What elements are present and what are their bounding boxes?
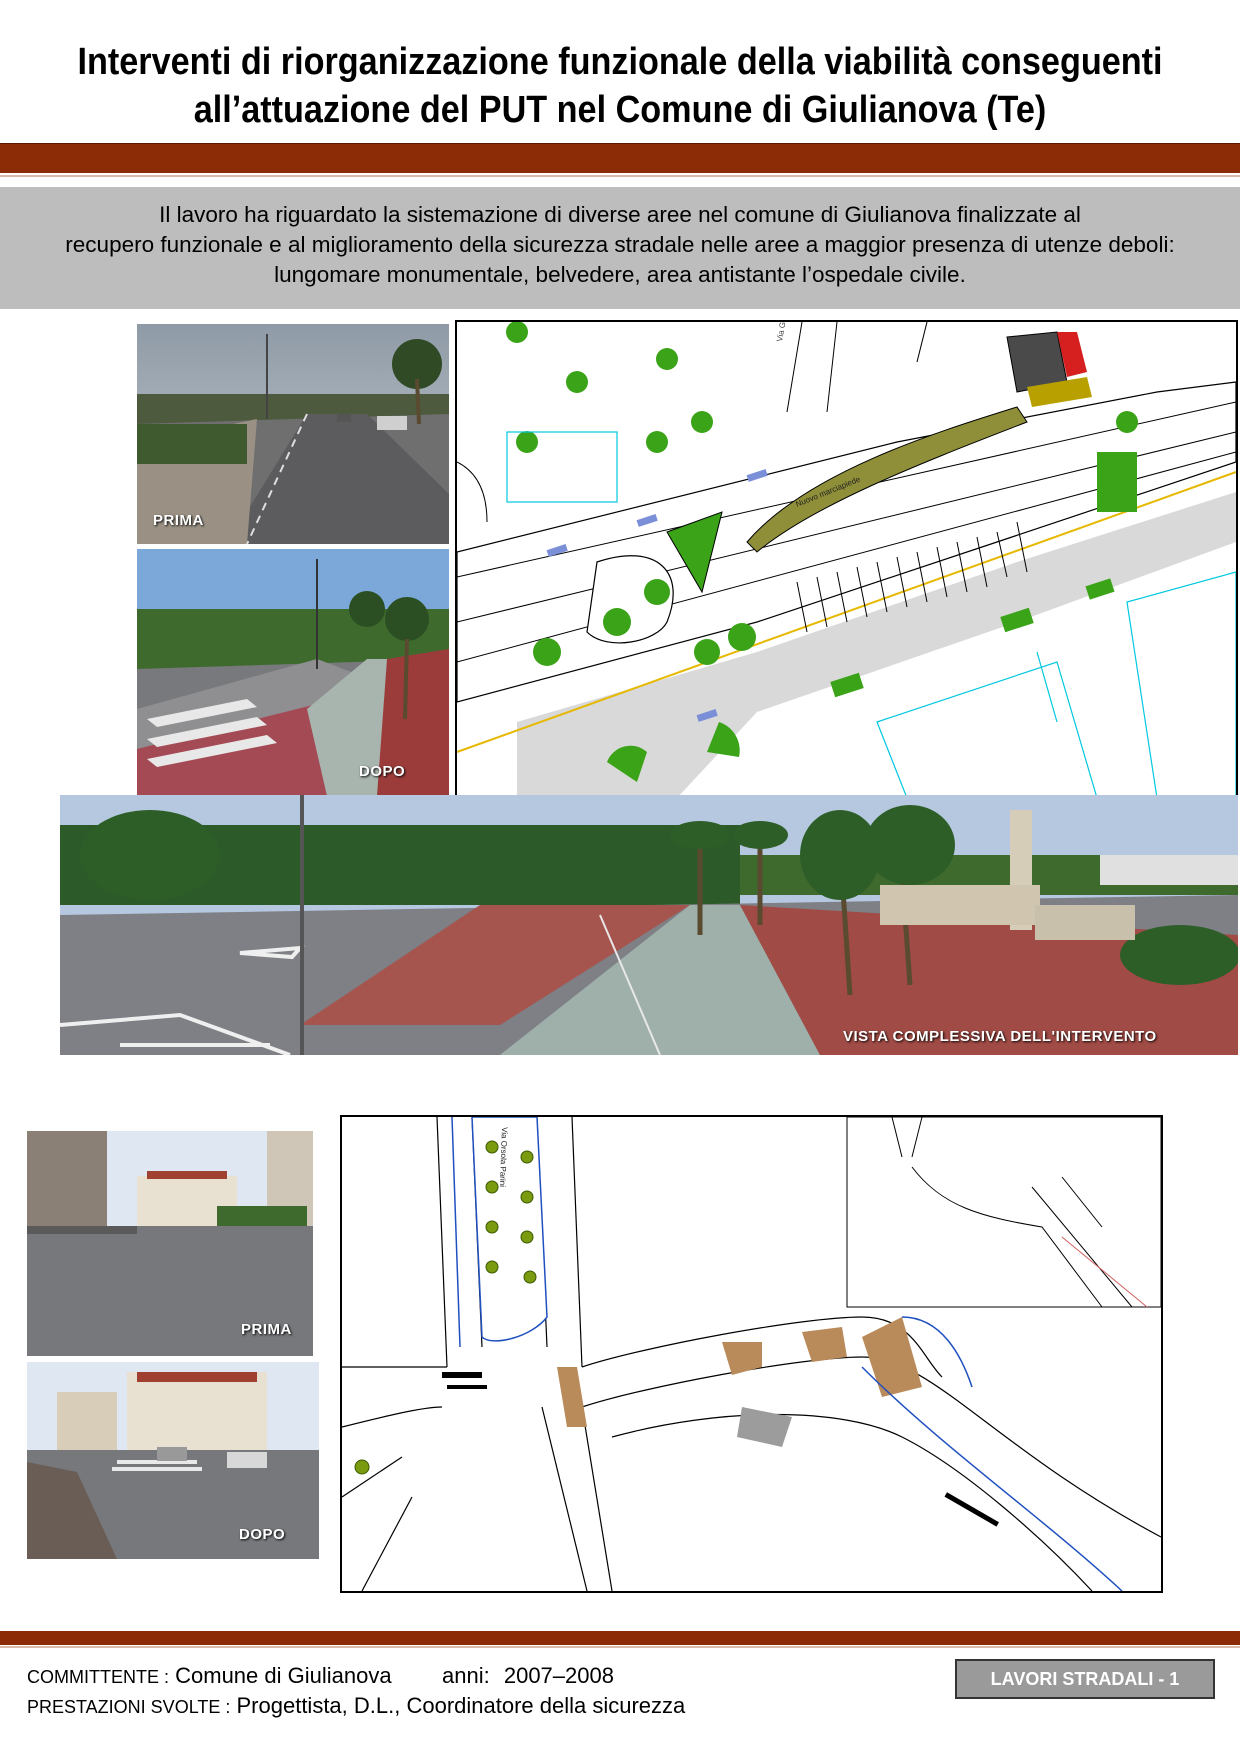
header-divider-line — [0, 175, 1240, 177]
footer-services-label: PRESTAZIONI SVOLTE : — [27, 1697, 231, 1717]
footer-divider-bar — [0, 1631, 1240, 1645]
category-badge: LAVORI STRADALI - 1 — [955, 1659, 1215, 1699]
photo-before-seafront-image — [137, 324, 449, 544]
intro-line-2: recupero funzionale e al miglioramento d… — [65, 232, 1175, 257]
title-line-2: all’attuazione del PUT nel Comune di Giu… — [193, 89, 1047, 131]
site-plan-hospital-area: Via Orsola Parini — [340, 1115, 1163, 1593]
footer-services: PRESTAZIONI SVOLTE : Progettista, D.L., … — [27, 1693, 685, 1719]
intro-line-1: Il lavoro ha riguardato la sistemazione … — [159, 202, 1081, 227]
site-plan-seafront: Via Garibaldi Nuovo marciapiede — [455, 320, 1238, 800]
photo-caption-after-2: DOPO — [239, 1526, 286, 1543]
footer-years-label: anni: — [442, 1663, 490, 1688]
photo-before-seafront: PRIMA — [137, 324, 449, 544]
intro-line-3: lungomare monumentale, belvedere, area a… — [274, 262, 966, 287]
footer-years: anni: 2007–2008 — [442, 1663, 614, 1689]
photo-after-seafront-image — [137, 549, 449, 796]
photo-caption-before-1: PRIMA — [153, 512, 204, 529]
photo-caption-before-2: PRIMA — [241, 1321, 292, 1338]
photo-caption-overview: VISTA COMPLESSIVA DELL'INTERVENTO — [843, 1028, 1157, 1045]
photo-before-hospital-area: PRIMA — [27, 1131, 313, 1356]
intro-text: Il lavoro ha riguardato la sistemazione … — [0, 200, 1240, 290]
photo-after-hospital-area: DOPO — [27, 1362, 319, 1559]
page-title: Interventi di riorganizzazione funzional… — [62, 38, 1178, 134]
footer-years-value: 2007–2008 — [503, 1663, 614, 1688]
footer-services-value: Progettista, D.L., Coordinatore della si… — [236, 1693, 686, 1718]
site-plan-hospital-drawing: Via Orsola Parini — [342, 1117, 1161, 1591]
title-line-1: Interventi di riorganizzazione funzional… — [77, 41, 1163, 83]
photo-caption-after-1: DOPO — [359, 763, 406, 780]
footer-client-label: COMMITTENTE : — [27, 1667, 169, 1687]
photo-overview-image — [60, 795, 1238, 1055]
footer-divider-line — [0, 1646, 1240, 1648]
site-plan-seafront-drawing: Via Garibaldi Nuovo marciapiede — [457, 322, 1236, 798]
footer-client-value: Comune di Giulianova — [175, 1663, 392, 1688]
header-divider-bar — [0, 143, 1240, 173]
photo-overview: VISTA COMPLESSIVA DELL'INTERVENTO — [60, 795, 1238, 1055]
photo-after-seafront: DOPO — [137, 549, 449, 796]
footer-client: COMMITTENTE : Comune di Giulianova — [27, 1663, 392, 1689]
